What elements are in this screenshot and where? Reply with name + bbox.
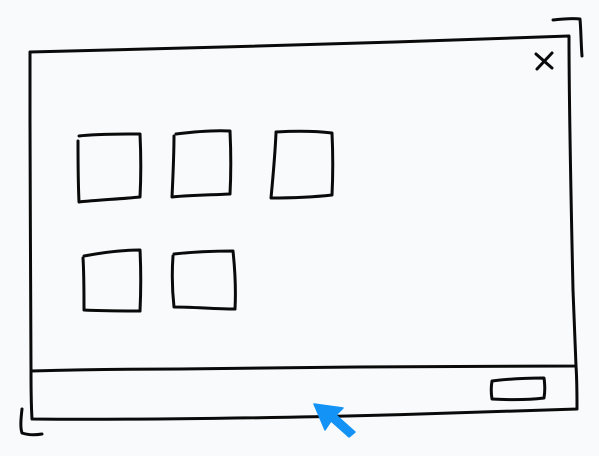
pointer-cursor-icon	[313, 403, 356, 438]
app-icon-1[interactable]	[76, 132, 143, 204]
taskbar-button[interactable]	[489, 376, 547, 402]
app-icon-2[interactable]	[170, 129, 233, 199]
app-icon-5[interactable]	[170, 249, 237, 311]
taskbar	[29, 364, 579, 421]
close-button[interactable]	[528, 44, 560, 76]
app-icon-3[interactable]	[269, 129, 335, 200]
app-icon-4[interactable]	[81, 248, 143, 313]
window-border	[28, 34, 578, 373]
sketch-canvas	[19, 17, 584, 438]
taskbar-border	[29, 364, 579, 421]
app-window	[28, 34, 578, 373]
